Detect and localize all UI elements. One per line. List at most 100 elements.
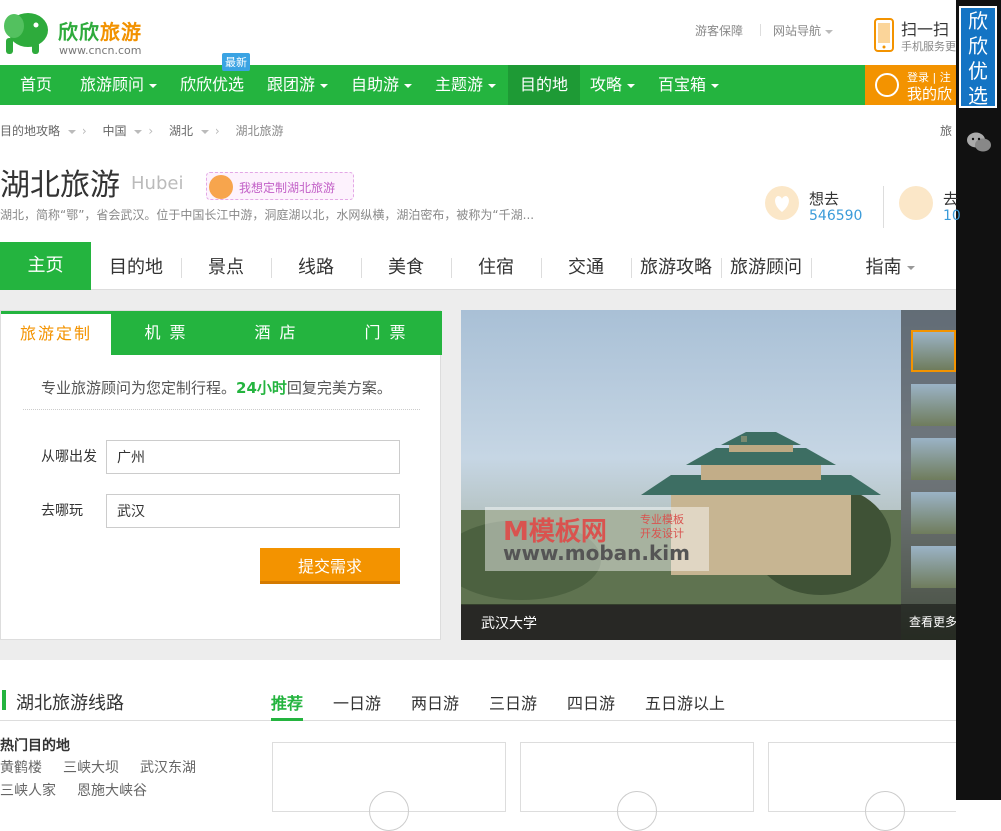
been-there-label: 去	[943, 190, 959, 208]
tab-travel-guide[interactable]: 旅游攻略	[631, 244, 721, 290]
thumbnail[interactable]	[911, 384, 956, 426]
separator-icon: ›	[148, 124, 154, 138]
nav-item-guide[interactable]: 攻略	[590, 65, 636, 105]
page-title: 湖北旅游	[0, 168, 120, 203]
tab-guides-dropdown[interactable]: 指南	[840, 244, 940, 290]
divider	[23, 409, 420, 410]
been-there-count: 10	[943, 208, 961, 224]
my-account-link[interactable]: 我的欣	[907, 83, 952, 104]
promo-button[interactable]: 欣 欣 优 选	[959, 6, 997, 108]
wechat-icon[interactable]	[966, 130, 992, 154]
breadcrumb-item[interactable]: 目的地攻略	[0, 124, 60, 138]
guarantee-link[interactable]: 游客保障	[695, 22, 743, 39]
been-there-stat[interactable]: 去 10	[899, 186, 961, 228]
hot-destination-link[interactable]: 三峡人家	[0, 780, 56, 800]
pavilion-photo	[461, 432, 901, 640]
tab-three-day[interactable]: 三日游	[489, 690, 537, 714]
tab-routes[interactable]: 线路	[271, 244, 361, 290]
tab-transport[interactable]: 交通	[541, 244, 631, 290]
nav-item-advisor[interactable]: 旅游顾问	[80, 65, 158, 105]
main-nav: 首页 旅游顾问 欣欣优选 跟团游 自助游 主题游 目的地 攻略 百宝箱	[0, 65, 956, 105]
breadcrumb-current: 湖北旅游	[235, 124, 284, 138]
booking-panel: 旅游定制 机 票 酒 店 门 票 专业旅游顾问为您定制行程。24小时回复完美方案…	[0, 310, 442, 640]
page-title-en: Hubei	[131, 173, 184, 194]
top-header: 欣欣旅游 www.cncn.com 游客保障 网站导航 扫一扫 手机服务更	[0, 0, 956, 65]
tab-home[interactable]: 主页	[0, 242, 91, 290]
tab-four-day[interactable]: 四日游	[567, 690, 615, 714]
scan-subtitle: 手机服务更	[901, 40, 956, 53]
tab-advisor[interactable]: 旅游顾问	[721, 244, 811, 290]
section-marker	[2, 690, 6, 710]
nav-item-toolbox[interactable]: 百宝箱	[658, 65, 720, 105]
nav-item-home[interactable]: 首页	[20, 65, 52, 105]
photo-slider[interactable]: 武汉大学 查看更多	[461, 310, 956, 640]
nav-item-destination[interactable]: 目的地	[508, 65, 581, 105]
right-sidebar	[956, 0, 1001, 800]
route-card[interactable]	[520, 742, 754, 831]
custom-trip-button[interactable]: 我想定制湖北旅游	[206, 172, 354, 200]
thumbnail[interactable]	[911, 546, 956, 588]
nav-item-self-guided[interactable]: 自助游	[351, 65, 413, 105]
divider	[0, 720, 956, 721]
tab-food[interactable]: 美食	[361, 244, 451, 290]
tab-flights[interactable]: 机 票	[111, 311, 221, 355]
site-logo[interactable]: 欣欣旅游 www.cncn.com	[2, 6, 152, 57]
hot-destination-link[interactable]: 武汉东湖	[140, 757, 196, 777]
phone-icon	[874, 18, 894, 52]
login-box[interactable]: 登录 | 注 我的欣	[865, 65, 956, 105]
route-card[interactable]	[768, 742, 956, 831]
sitenav-link[interactable]: 网站导航	[773, 22, 834, 39]
nav-item-selected[interactable]: 欣欣优选	[180, 65, 244, 105]
new-badge: 最新	[222, 53, 250, 71]
routes-title: 湖北旅游线路	[16, 693, 124, 714]
tab-custom-trip[interactable]: 旅游定制	[1, 311, 111, 355]
tab-attractions[interactable]: 景点	[181, 244, 271, 290]
route-card[interactable]	[272, 742, 506, 831]
logo-text: 欣欣旅游	[58, 20, 142, 44]
tab-destination[interactable]: 目的地	[91, 244, 181, 290]
nav-label: 百宝箱	[658, 75, 707, 94]
thumbnail[interactable]	[911, 330, 956, 372]
separator-icon: ›	[81, 124, 87, 138]
thumbnail[interactable]	[911, 438, 956, 480]
chevron-down-icon	[488, 83, 497, 88]
tab-label: 指南	[865, 257, 902, 278]
tab-recommended[interactable]: 推荐	[271, 690, 303, 714]
nav-label: 跟团游	[267, 75, 316, 94]
view-more-link[interactable]: 查看更多	[909, 613, 956, 630]
want-to-go-stat[interactable]: 想去 546590	[765, 186, 875, 228]
nav-label: 主题游	[435, 75, 484, 94]
to-label: 去哪玩	[41, 503, 83, 519]
chevron-down-icon	[200, 129, 209, 134]
to-city-input[interactable]	[106, 494, 400, 528]
nav-item-group-tour[interactable]: 跟团游	[267, 65, 329, 105]
hot-destination-link[interactable]: 黄鹤楼	[0, 757, 42, 777]
hot-destination-link[interactable]: 三峡大坝	[63, 757, 119, 777]
destination-intro: 湖北，简称“鄂”，省会武汉。位于中国长江中游，洞庭湖以北，水网纵横，湖泊密布，被…	[0, 208, 535, 222]
breadcrumb-item[interactable]: 中国	[102, 124, 126, 138]
breadcrumb-item[interactable]: 湖北	[169, 124, 193, 138]
from-city-input[interactable]	[106, 440, 400, 474]
tab-two-day[interactable]: 两日游	[411, 690, 459, 714]
breadcrumb-right[interactable]: 旅	[940, 122, 952, 139]
chevron-down-icon	[67, 129, 76, 134]
promo-char: 欣	[968, 9, 988, 33]
tab-hotel[interactable]: 酒 店	[221, 311, 331, 355]
chevron-down-icon	[627, 83, 636, 88]
tab-hotels[interactable]: 住宿	[451, 244, 541, 290]
chevron-down-icon	[320, 83, 329, 88]
tab-five-plus-day[interactable]: 五日游以上	[645, 690, 725, 714]
thumbnail[interactable]	[911, 492, 956, 534]
thumbnail-strip	[901, 310, 956, 640]
tab-tickets[interactable]: 门 票	[331, 311, 441, 355]
submit-request-button[interactable]: 提交需求	[260, 548, 400, 584]
nav-label: 攻略	[590, 75, 623, 94]
mobile-scan[interactable]: 扫一扫 手机服务更	[872, 16, 962, 56]
nav-item-theme[interactable]: 主题游	[435, 65, 497, 105]
tab-one-day[interactable]: 一日游	[333, 690, 381, 714]
hot-destination-link[interactable]: 恩施大峡谷	[77, 780, 147, 800]
promo-char: 欣	[968, 34, 988, 58]
active-tab-indicator	[271, 718, 303, 721]
want-to-go-count: 546590	[809, 208, 863, 224]
breadcrumb: 目的地攻略 › 中国 › 湖北 › 湖北旅游	[0, 122, 289, 139]
